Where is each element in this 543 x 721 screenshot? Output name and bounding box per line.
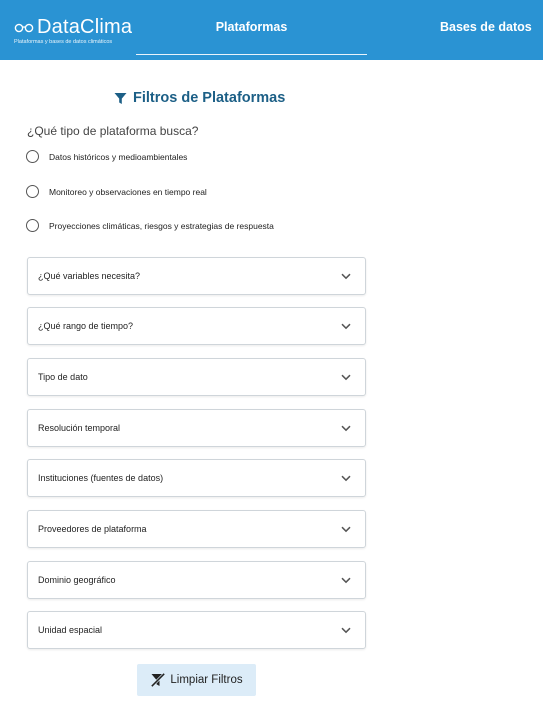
filter-icon [114, 92, 127, 104]
accordion-dominio-geografico[interactable]: Dominio geográfico [27, 561, 366, 599]
radio-label: Monitoreo y observaciones en tiempo real [49, 186, 207, 197]
accordion-label: Resolución temporal [38, 423, 121, 433]
accordion-label: Proveedores de plataforma [38, 524, 147, 534]
tab-bases-de-datos-label: Bases de datos [440, 20, 532, 34]
platform-type-question: ¿Qué tipo de plataforma busca? [27, 124, 199, 138]
accordion-label: Dominio geográfico [38, 575, 116, 585]
top-navigation-bar: DataClima Plataformas y bases de datos c… [0, 0, 543, 60]
radio-label: Datos históricos y medioambientales [49, 151, 188, 162]
radio-button[interactable] [26, 150, 39, 163]
accordion-label: Instituciones (fuentes de datos) [38, 473, 164, 483]
chevron-down-icon [341, 374, 351, 380]
radio-option-monitoreo[interactable]: Monitoreo y observaciones en tiempo real [26, 185, 207, 198]
accordion-unidad-espacial[interactable]: Unidad espacial [27, 611, 366, 649]
logo-subtitle: Plataformas y bases de datos climáticos [14, 39, 113, 45]
accordion-label: ¿Qué rango de tiempo? [38, 321, 134, 331]
chevron-down-icon [341, 577, 351, 583]
clear-filters-label: Limpiar Filtros [170, 674, 243, 686]
accordion-label: Unidad espacial [38, 625, 103, 635]
accordion-resolucion-temporal[interactable]: Resolución temporal [27, 409, 366, 447]
chevron-down-icon [341, 475, 351, 481]
glasses-logo-icon [14, 23, 34, 33]
accordion-instituciones[interactable]: Instituciones (fuentes de datos) [27, 459, 366, 497]
accordion-proveedores[interactable]: Proveedores de plataforma [27, 510, 366, 548]
radio-button[interactable] [26, 219, 39, 232]
logo-title: DataClima [37, 16, 133, 38]
accordion-label: ¿Qué variables necesita? [38, 271, 141, 281]
clear-filters-button[interactable]: Limpiar Filtros [137, 664, 256, 696]
radio-option-proyecciones[interactable]: Proyecciones climáticas, riesgos y estra… [26, 219, 274, 232]
accordion-rango-tiempo[interactable]: ¿Qué rango de tiempo? [27, 307, 366, 345]
tab-bases-de-datos[interactable]: Bases de datos [432, 0, 543, 54]
accordion-label: Tipo de dato [38, 372, 88, 382]
filter-off-icon [150, 672, 166, 688]
radio-option-historicos[interactable]: Datos históricos y medioambientales [26, 150, 187, 163]
chevron-down-icon [341, 425, 351, 431]
accordion-tipo-dato[interactable]: Tipo de dato [27, 358, 366, 396]
chevron-down-icon [341, 323, 351, 329]
filters-heading: Filtros de Plataformas [114, 90, 285, 106]
radio-label: Proyecciones climáticas, riesgos y estra… [49, 220, 274, 231]
chevron-down-icon [341, 526, 351, 532]
radio-button[interactable] [26, 185, 39, 198]
chevron-down-icon [341, 627, 351, 633]
accordion-variables[interactable]: ¿Qué variables necesita? [27, 257, 366, 295]
logo[interactable]: DataClima Plataformas y bases de datos c… [14, 17, 132, 46]
chevron-down-icon [341, 273, 351, 279]
filters-title: Filtros de Plataformas [133, 90, 286, 106]
tab-plataformas-label: Plataformas [215, 20, 288, 34]
tab-plataformas[interactable]: Plataformas [136, 0, 367, 55]
